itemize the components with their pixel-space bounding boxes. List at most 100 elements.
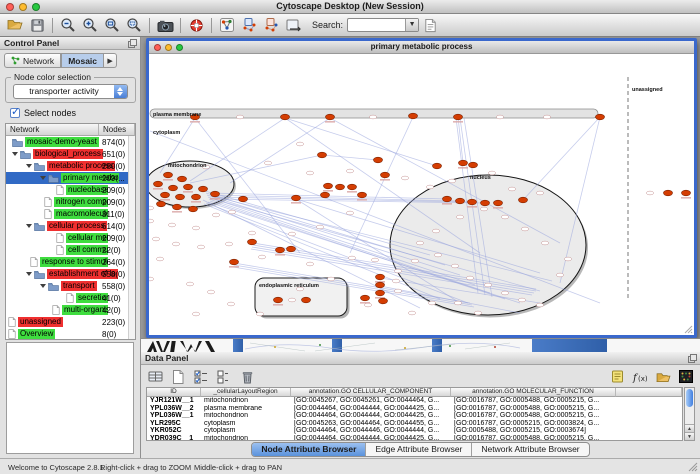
table-cell[interactable]: [GO:0016787, GO:0005488, GO:0005215, G..…: [451, 397, 616, 405]
network-node-outline[interactable]: [192, 312, 199, 316]
table-cell[interactable]: [GO:0044464, GO:0044446, GO:0044444, G..…: [291, 427, 451, 435]
network-node-outline[interactable]: [456, 215, 463, 219]
network-node-outline[interactable]: [646, 191, 653, 195]
network-node[interactable]: [519, 197, 528, 203]
network-node[interactable]: [239, 196, 248, 202]
table-cell[interactable]: YJR121W__1: [147, 397, 201, 405]
table-mode-button[interactable]: [145, 368, 165, 385]
table-cell[interactable]: plasma membrane: [201, 405, 291, 413]
tab-mosaic[interactable]: Mosaic: [61, 53, 104, 68]
network-node[interactable]: [276, 247, 285, 253]
network-node-outline[interactable]: [371, 258, 378, 262]
tree-row[interactable]: macromolecule311(0): [6, 208, 135, 220]
network-node[interactable]: [164, 172, 173, 178]
tree-column-network[interactable]: Network: [6, 124, 99, 136]
network-node[interactable]: [409, 113, 418, 119]
app-resize-grip-icon[interactable]: [688, 462, 698, 472]
network-node[interactable]: [376, 290, 385, 296]
network-node-outline[interactable]: [536, 191, 543, 195]
new-attribute-button[interactable]: [168, 368, 188, 385]
table-cell[interactable]: cytoplasm: [201, 420, 291, 428]
network-node-outline[interactable]: [186, 282, 193, 286]
select-nodes-checkbox[interactable]: ✓: [10, 108, 20, 118]
tree-row[interactable]: metabolic process280(0): [6, 160, 135, 172]
network-node[interactable]: [348, 184, 357, 190]
attribute-matrix-button[interactable]: [676, 368, 696, 385]
float-panel-icon[interactable]: [128, 39, 137, 48]
tree-row[interactable]: transport558(0): [6, 280, 135, 292]
unselect-attributes-button[interactable]: [214, 368, 234, 385]
table-cell[interactable]: mitochondrion: [201, 435, 291, 442]
table-cell[interactable]: [616, 420, 682, 428]
network-node[interactable]: [292, 195, 301, 201]
network-node-outline[interactable]: [316, 225, 323, 229]
network-node-outline[interactable]: [197, 245, 204, 249]
network-node[interactable]: [274, 297, 283, 303]
table-cell[interactable]: mitochondrion: [201, 397, 291, 405]
search-dropdown-arrow[interactable]: ▼: [405, 19, 418, 31]
import-network-button[interactable]: [282, 16, 304, 35]
table-cell[interactable]: [GO:0044464, GO:0044444, GO:0044425, G..…: [291, 435, 451, 442]
table-cell[interactable]: [GO:0045263, GO:0044464, GO:0044455, G..…: [291, 420, 451, 428]
network-node[interactable]: [361, 295, 370, 301]
tree-row[interactable]: nucleobase-209(0): [6, 184, 135, 196]
network-node-outline[interactable]: [454, 301, 461, 305]
tree-row[interactable]: mosaic-demo-yeast874(0): [6, 136, 135, 148]
network-node[interactable]: [287, 246, 296, 252]
network-node-outline[interactable]: [149, 206, 154, 210]
network-node-outline[interactable]: [346, 169, 353, 173]
network-node[interactable]: [173, 204, 182, 210]
network-node[interactable]: [468, 199, 477, 205]
formula-builder-button[interactable]: f(x): [630, 368, 650, 385]
tree-column-nodes[interactable]: Nodes: [99, 124, 135, 136]
app-title-bar[interactable]: Cytoscape Desktop (New Session): [0, 0, 700, 14]
scrollbar-thumb[interactable]: [686, 389, 693, 407]
table-column-header[interactable]: _cellularLayoutRegion: [201, 388, 291, 397]
network-node[interactable]: [176, 194, 185, 200]
table-cell[interactable]: [GO:0016787, GO:0005488, GO:0005215, G..…: [451, 405, 616, 413]
table-cell[interactable]: [GO:0016787, GO:0005488, GO:0005215, G..…: [451, 435, 616, 442]
zoom-out-button[interactable]: [57, 16, 79, 35]
select-attributes-button[interactable]: [191, 368, 211, 385]
tree-row[interactable]: biological_process651(0): [6, 148, 135, 160]
network-node-outline[interactable]: [288, 232, 295, 236]
network-node-outline[interactable]: [369, 115, 376, 119]
network-node-outline[interactable]: [536, 303, 543, 307]
network-node[interactable]: [184, 184, 193, 190]
table-cell[interactable]: YLR295C: [147, 420, 201, 428]
network-node[interactable]: [192, 194, 201, 200]
network-node-outline[interactable]: [426, 185, 433, 189]
network-node[interactable]: [376, 282, 385, 288]
network-node[interactable]: [230, 259, 239, 265]
table-cell[interactable]: YPL036W__2: [147, 405, 201, 413]
network-node-outline[interactable]: [541, 241, 548, 245]
network-node[interactable]: [336, 184, 345, 190]
network-node-outline[interactable]: [496, 115, 503, 119]
tab-overflow-button[interactable]: ▶: [104, 53, 117, 68]
table-row[interactable]: YDR039C__1mitochondrion[GO:0044464, GO:0…: [147, 435, 682, 442]
network-node-outline[interactable]: [348, 256, 355, 260]
network-node-outline[interactable]: [364, 303, 371, 307]
table-column-header[interactable]: annotation.GO CELLULAR_COMPONENT: [291, 388, 451, 397]
network-node-outline[interactable]: [288, 298, 295, 302]
tree-expander-icon[interactable]: [26, 164, 32, 168]
tree-row[interactable]: primary metabo209(...: [6, 172, 135, 184]
node-color-attribute-select[interactable]: transporter activity: [13, 84, 128, 99]
network-node-outline[interactable]: [172, 242, 179, 246]
network-node-outline[interactable]: [236, 115, 243, 119]
network-node[interactable]: [321, 192, 330, 198]
tree-row[interactable]: nitrogen compo209(0): [6, 196, 135, 208]
network-node-outline[interactable]: [327, 277, 334, 281]
table-cell[interactable]: [616, 435, 682, 442]
table-cell[interactable]: cytoplasm: [201, 427, 291, 435]
network-node[interactable]: [454, 114, 463, 120]
delete-attribute-button[interactable]: [237, 368, 257, 385]
network-node-outline[interactable]: [212, 213, 219, 217]
network-node[interactable]: [664, 190, 673, 196]
network-edge[interactable]: [190, 118, 285, 181]
network-node[interactable]: [248, 239, 257, 245]
network-node-outline[interactable]: [408, 311, 415, 315]
network-node[interactable]: [379, 298, 388, 304]
table-column-header[interactable]: ID: [147, 388, 201, 397]
network-node-outline[interactable]: [451, 264, 458, 268]
